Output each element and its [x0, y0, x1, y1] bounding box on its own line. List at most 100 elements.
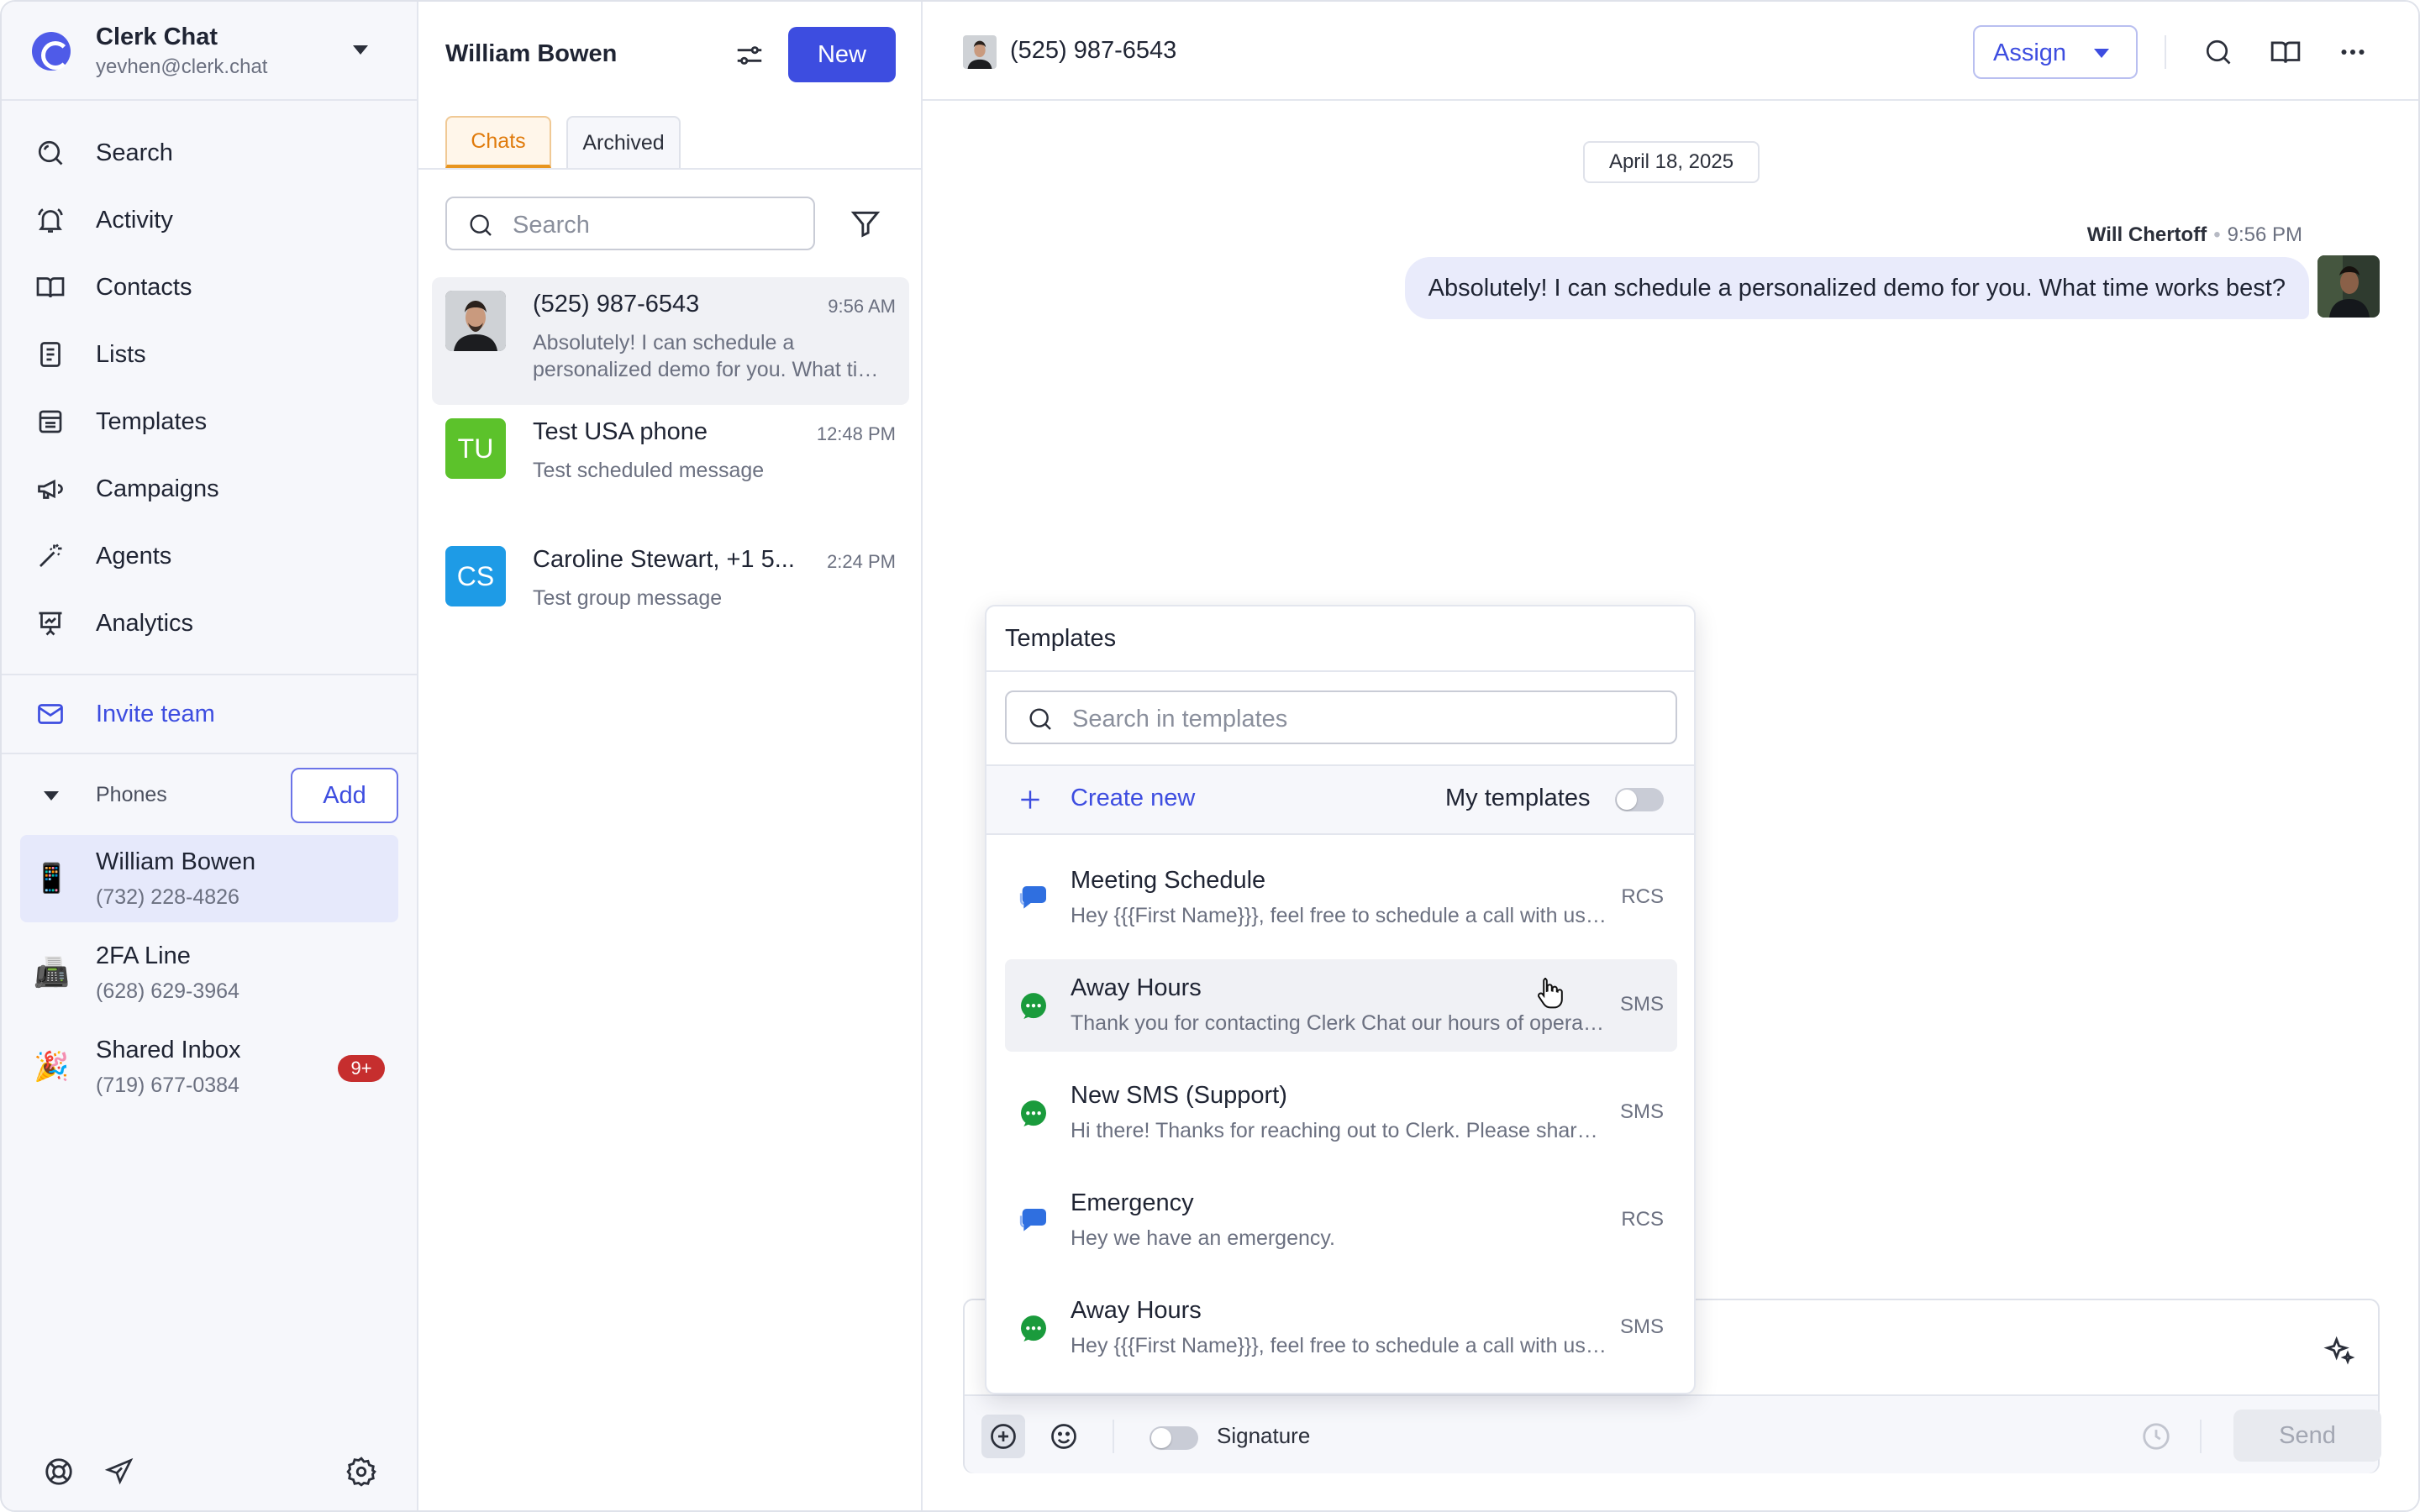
- send-button[interactable]: Send: [2233, 1410, 2381, 1462]
- tab-chats[interactable]: Chats: [445, 116, 551, 168]
- ai-sparkle-icon[interactable]: [2319, 1331, 2360, 1371]
- app-window: Clerk Chat yevhen@clerk.chat Search Acti…: [0, 0, 2420, 1512]
- more-options-icon[interactable]: [2333, 32, 2373, 72]
- conversation-title: (525) 987-6543: [1010, 37, 1177, 64]
- template-body: Thank you for contacting Clerk Chat our …: [1071, 1011, 1608, 1035]
- conversation-preview: Test scheduled message: [533, 459, 765, 482]
- tab-archived[interactable]: Archived: [566, 116, 681, 168]
- emoji-icon[interactable]: [1042, 1415, 1086, 1458]
- rcs-chat-icon: [1017, 882, 1050, 916]
- conversation-name: Test USA phone: [533, 418, 708, 445]
- nav-label: Campaigns: [96, 475, 219, 502]
- sliders-icon[interactable]: [729, 35, 770, 76]
- conversation-name: (525) 987-6543: [533, 291, 700, 318]
- popover-divider: [986, 833, 1694, 835]
- schedule-clock-icon[interactable]: [2134, 1415, 2178, 1458]
- contact-photo-avatar: [445, 291, 506, 351]
- message-bubble: Absolutely! I can schedule a personalize…: [1404, 257, 2309, 319]
- search-placeholder: Search: [513, 212, 590, 239]
- account-name: Clerk Chat: [96, 24, 218, 50]
- nav-item-lists[interactable]: Lists: [32, 329, 402, 380]
- conversation-item[interactable]: TU Test USA phone 12:48 PM Test schedule…: [432, 405, 909, 533]
- conversation-preview: Absolutely! I can schedule a personalize…: [533, 331, 887, 381]
- conversation-item[interactable]: (525) 987-6543 9:56 AM Absolutely! I can…: [432, 277, 909, 405]
- nav-item-templates[interactable]: Templates: [32, 396, 402, 447]
- filter-icon[interactable]: [845, 203, 886, 244]
- conversation-item[interactable]: CS Caroline Stewart, +1 5... 2:24 PM Tes…: [432, 533, 909, 660]
- phones-header: Phones Add: [32, 768, 398, 823]
- template-item[interactable]: New SMS (Support) Hi there! Thanks for r…: [1005, 1067, 1677, 1159]
- phone-name: William Bowen: [96, 848, 256, 875]
- megaphone-icon: [32, 470, 69, 507]
- nav-item-search[interactable]: Search: [32, 128, 402, 178]
- nav-label: Agents: [96, 542, 172, 570]
- settings-gear-icon[interactable]: [343, 1453, 380, 1490]
- sms-chat-icon: [1017, 1312, 1050, 1346]
- signature-toggle[interactable]: [1150, 1426, 1198, 1450]
- caret-down-icon: [2094, 49, 2109, 58]
- my-templates-toggle[interactable]: [1615, 788, 1664, 811]
- add-circle-icon[interactable]: [981, 1415, 1025, 1458]
- invite-team-label: Invite team: [96, 700, 215, 727]
- contact-photo-avatar: [963, 35, 997, 69]
- sender-avatar: [2317, 255, 2380, 318]
- assign-dropdown-button[interactable]: Assign: [1973, 25, 2138, 79]
- template-icon: [32, 403, 69, 440]
- phone-item-2fa-line[interactable]: 📠 2FA Line (628) 629-3964: [20, 929, 398, 1016]
- template-item[interactable]: Away Hours Thank you for contacting Cler…: [1005, 959, 1677, 1052]
- account-switcher[interactable]: Clerk Chat yevhen@clerk.chat: [2, 2, 417, 101]
- nav-item-analytics[interactable]: Analytics: [32, 598, 402, 648]
- search-icon[interactable]: [2198, 32, 2238, 72]
- book-open-icon[interactable]: [2265, 32, 2306, 72]
- chat-list-panel: William Bowen New Chats Archived Search …: [418, 2, 923, 1510]
- template-item[interactable]: Meeting Schedule Hey {{{First Name}}}, f…: [1005, 852, 1677, 944]
- template-channel: RCS: [1621, 1208, 1664, 1231]
- message-meta: Will Chertoff • 9:56 PM: [2087, 223, 2302, 247]
- sidebar-divider: [2, 753, 417, 754]
- fax-icon: 📠: [34, 957, 70, 989]
- plus-icon[interactable]: [1017, 786, 1044, 813]
- search-icon: [1027, 706, 1054, 737]
- phone-item-shared-inbox[interactable]: 🎉 Shared Inbox (719) 677-0384 9+: [20, 1023, 398, 1110]
- my-templates-label: My templates: [1445, 785, 1591, 811]
- assign-label: Assign: [1993, 39, 2067, 66]
- rcs-chat-icon: [1017, 1205, 1050, 1238]
- template-channel: SMS: [1619, 1315, 1664, 1338]
- nav-item-agents[interactable]: Agents: [32, 531, 402, 581]
- template-search-placeholder: Search in templates: [1072, 706, 1288, 732]
- nav-item-contacts[interactable]: Contacts: [32, 262, 402, 312]
- inbox-title: William Bowen: [445, 40, 618, 67]
- message-sender: Will Chertoff: [2086, 223, 2207, 246]
- header-divider: [2165, 35, 2166, 69]
- search-icon: [32, 134, 69, 171]
- conversation-time: 9:56 AM: [828, 296, 896, 317]
- toolbar-divider: [2200, 1420, 2202, 1453]
- create-template-link[interactable]: Create new: [1071, 785, 1195, 812]
- template-item[interactable]: Away Hours Hey {{{First Name}}}, feel fr…: [1005, 1282, 1677, 1374]
- sidebar-footer: [2, 1436, 417, 1510]
- mail-icon: [32, 696, 69, 732]
- caret-down-icon[interactable]: [44, 791, 59, 801]
- caret-down-icon[interactable]: [353, 45, 368, 55]
- signature-label: Signature: [1217, 1423, 1311, 1448]
- send-feedback-icon[interactable]: [101, 1453, 138, 1490]
- template-name: Emergency: [1071, 1189, 1194, 1216]
- new-chat-button[interactable]: New: [788, 27, 896, 82]
- nav-item-campaigns[interactable]: Campaigns: [32, 464, 402, 514]
- phone-item-william-bowen[interactable]: 📱 William Bowen (732) 228-4826: [20, 835, 398, 922]
- invite-team-link[interactable]: Invite team: [32, 689, 402, 739]
- add-phone-button[interactable]: Add: [291, 768, 398, 823]
- chat-search-input[interactable]: Search: [445, 197, 815, 250]
- phone-number: (628) 629-3964: [96, 979, 239, 1003]
- phones-label: Phones: [96, 783, 167, 806]
- help-lifebuoy-icon[interactable]: [40, 1453, 77, 1490]
- presentation-chart-icon: [32, 605, 69, 642]
- nav-item-activity[interactable]: Activity: [32, 195, 402, 245]
- template-item[interactable]: Emergency Hey we have an emergency. RCS: [1005, 1174, 1677, 1267]
- clerk-logo-icon: [32, 32, 71, 71]
- template-search-input[interactable]: Search in templates: [1005, 690, 1677, 744]
- nav-label: Analytics: [96, 609, 194, 637]
- conversation-name: Caroline Stewart, +1 5...: [533, 546, 795, 573]
- popover-divider: [986, 670, 1694, 672]
- phone-number: (719) 677-0384: [96, 1074, 239, 1097]
